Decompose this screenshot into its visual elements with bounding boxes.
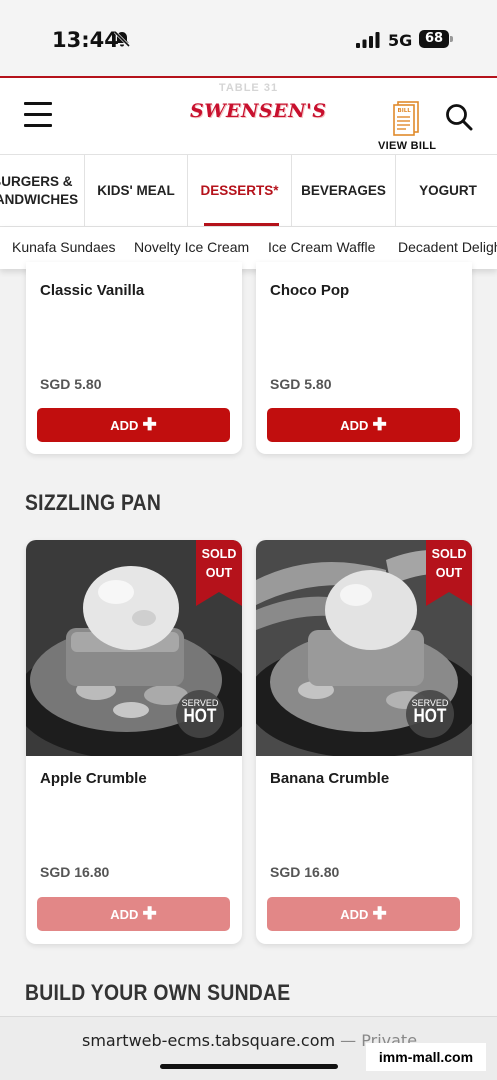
home-indicator[interactable]	[160, 1064, 338, 1069]
tab-kids-meal[interactable]: KIDS' MEAL	[85, 155, 188, 226]
item-name: Apple Crumble	[40, 770, 147, 787]
mute-bell-icon	[113, 30, 131, 48]
section-title: SIZZLING PAN	[25, 490, 162, 515]
watermark: imm-mall.com	[366, 1043, 486, 1071]
plus-icon: ✚	[372, 415, 387, 434]
status-bar: 13:44 5G 68	[0, 0, 497, 76]
view-bill-label[interactable]: VIEW BILL	[378, 140, 436, 152]
bill-icon[interactable]: BILL	[392, 100, 422, 136]
battery-level: 68	[419, 30, 449, 48]
tab-burgers-sandwiches[interactable]: BURGERS & SANDWICHES	[0, 155, 85, 226]
add-button-disabled[interactable]: ADD ✚	[267, 897, 460, 931]
table-label: TABLE 31	[218, 82, 279, 94]
url-host: smartweb-ecms.tabsquare.com	[82, 1031, 336, 1050]
subtab-decadent-delight[interactable]: Decadent Delight	[398, 239, 497, 255]
served-hot-badge: SERVED HOT	[176, 690, 224, 738]
item-name: Banana Crumble	[270, 770, 390, 787]
sold-out-badge: SOLD OUT	[196, 545, 242, 583]
item-price: SGD 16.80	[40, 864, 110, 880]
menu-hamburger-icon[interactable]	[24, 102, 52, 130]
item-name: Choco Pop	[270, 282, 350, 299]
add-label: ADD	[340, 417, 369, 433]
subtab-ice-cream-waffle[interactable]: Ice Cream Waffle	[268, 239, 375, 255]
hot-label: HOT	[413, 706, 447, 727]
served-hot-badge: SERVED HOT	[406, 690, 454, 738]
sold-out-badge: SOLD OUT	[426, 545, 472, 583]
menu-item-card[interactable]: Choco Pop SGD 5.80 ADD ✚	[256, 262, 472, 454]
menu-item-card[interactable]: Classic Vanilla SGD 5.80 ADD ✚	[26, 262, 242, 454]
hot-label: HOT	[183, 706, 217, 727]
logo-text: SWENSEN'S	[190, 100, 327, 122]
sold-out-line1: SOLD	[201, 547, 237, 561]
network-type: 5G	[388, 31, 413, 50]
item-price: SGD 5.80	[270, 376, 332, 392]
tab-yogurt[interactable]: YOGURT	[396, 155, 497, 226]
item-name: Classic Vanilla	[40, 282, 145, 299]
menu-item-card[interactable]: SOLD OUT SERVED HOT Apple Crumble SGD 16…	[26, 540, 242, 944]
sold-out-line2: OUT	[435, 566, 463, 580]
menu-item-card[interactable]: SOLD OUT SERVED HOT Banana Crumble SGD 1…	[256, 540, 472, 944]
add-button[interactable]: ADD ✚	[37, 408, 230, 442]
subtab-novelty-ice-cream[interactable]: Novelty Ice Cream	[134, 239, 249, 255]
plus-icon: ✚	[142, 904, 157, 923]
tab-label: KIDS' MEAL	[97, 183, 175, 198]
tab-label: YOGURT	[419, 183, 477, 198]
sold-out-line2: OUT	[205, 566, 233, 580]
plus-icon: ✚	[372, 904, 387, 923]
item-price: SGD 5.80	[40, 376, 102, 392]
status-time: 13:44	[52, 28, 119, 52]
item-price: SGD 16.80	[270, 864, 340, 880]
battery-icon: 68	[419, 30, 453, 48]
section-title: BUILD YOUR OWN SUNDAE	[25, 980, 291, 1005]
tab-desserts[interactable]: DESSERTS*	[188, 155, 292, 226]
tab-label: BURGERS & SANDWICHES	[0, 174, 79, 207]
subtab-kunafa-sundaes[interactable]: Kunafa Sundaes	[12, 239, 116, 255]
add-button[interactable]: ADD ✚	[267, 408, 460, 442]
plus-icon: ✚	[142, 415, 157, 434]
add-button-disabled[interactable]: ADD ✚	[37, 897, 230, 931]
svg-text:BILL: BILL	[398, 108, 412, 114]
add-label: ADD	[110, 906, 139, 922]
add-label: ADD	[110, 417, 139, 433]
signal-icon	[356, 32, 380, 48]
url-separator: —	[335, 1031, 362, 1050]
app-header: TABLE 31 SWENSEN'S BILL VIEW BILL	[0, 76, 497, 154]
swensens-logo[interactable]: SWENSEN'S	[190, 100, 326, 134]
sold-out-line1: SOLD	[431, 547, 467, 561]
tab-beverages[interactable]: BEVERAGES	[292, 155, 396, 226]
add-label: ADD	[340, 906, 369, 922]
tab-label: DESSERTS*	[200, 183, 279, 198]
search-icon[interactable]	[444, 102, 474, 132]
category-tabs: BURGERS & SANDWICHES KIDS' MEAL DESSERTS…	[0, 154, 497, 227]
tab-label: BEVERAGES	[301, 183, 386, 198]
